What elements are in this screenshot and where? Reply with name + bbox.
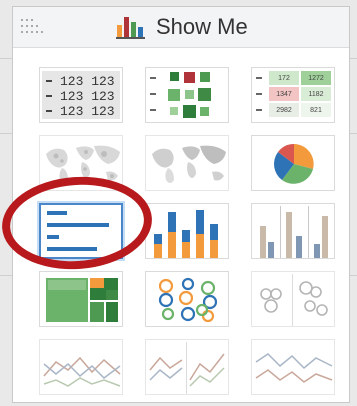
pie-chart-thumbnail[interactable] <box>251 135 335 191</box>
text-table-thumbnail[interactable]: 123 123 123 123 123 123 <box>39 67 123 123</box>
show-me-panel: Show Me 123 123 123 123 123 123 172 1272… <box>12 6 350 403</box>
title-group: Show Me <box>116 13 248 41</box>
text-table-row-3-value: 123 123 <box>60 103 115 119</box>
circle-views-icon <box>158 277 218 323</box>
highlight-cell: 1182 <box>308 90 324 98</box>
text-table-row-1-value: 123 123 <box>60 73 115 89</box>
horizontal-bars-thumbnail[interactable] <box>39 203 123 259</box>
side-by-side-circles-icon <box>260 274 328 326</box>
lines-discrete-thumbnail[interactable] <box>145 339 229 395</box>
heat-map-thumbnail[interactable] <box>145 67 229 123</box>
highlight-cell: 1272 <box>308 74 324 82</box>
treemap-thumbnail[interactable] <box>39 271 123 327</box>
stacked-bars-icon <box>154 210 218 258</box>
lines-continuous-thumbnail[interactable] <box>39 339 123 395</box>
panel-title: Show Me <box>156 14 248 39</box>
highlight-cell: 1347 <box>276 90 292 98</box>
show-me-titlebar: Show Me <box>13 7 349 48</box>
dual-lines-thumbnail[interactable] <box>251 339 335 395</box>
drag-grip-icon[interactable] <box>21 19 51 41</box>
lines-discrete-icon <box>149 342 225 394</box>
filled-map-thumbnail[interactable] <box>145 135 229 191</box>
text-table-row-2: 123 123 <box>46 88 115 104</box>
text-table-row-2-value: 123 123 <box>60 88 115 104</box>
side-by-side-bars-thumbnail[interactable] <box>251 203 335 259</box>
highlight-cell: 821 <box>310 106 322 114</box>
symbol-map-icon <box>46 145 120 183</box>
treemap-icon <box>46 278 118 322</box>
highlight-table-thumbnail[interactable]: 172 1272 1347 1182 2982 821 <box>251 67 335 123</box>
heat-map-icon <box>150 72 211 118</box>
filled-map-icon <box>152 145 226 183</box>
horizontal-bars-icon <box>47 211 109 251</box>
stacked-bars-thumbnail[interactable] <box>145 203 229 259</box>
lines-continuous-icon <box>43 356 121 387</box>
highlight-cell: 2982 <box>276 106 292 114</box>
symbol-map-thumbnail[interactable] <box>39 135 123 191</box>
pie-chart-icon <box>274 144 314 184</box>
highlight-cell: 172 <box>278 74 290 82</box>
text-table-row-3: 123 123 <box>46 103 115 119</box>
show-me-bar-chart-icon <box>116 17 145 39</box>
dual-lines-icon <box>255 353 333 383</box>
circle-views-thumbnail[interactable] <box>145 271 229 327</box>
text-table-row-1: 123 123 <box>46 73 115 89</box>
side-by-side-circles-thumbnail[interactable] <box>251 271 335 327</box>
side-by-side-bars-icon <box>260 206 328 258</box>
